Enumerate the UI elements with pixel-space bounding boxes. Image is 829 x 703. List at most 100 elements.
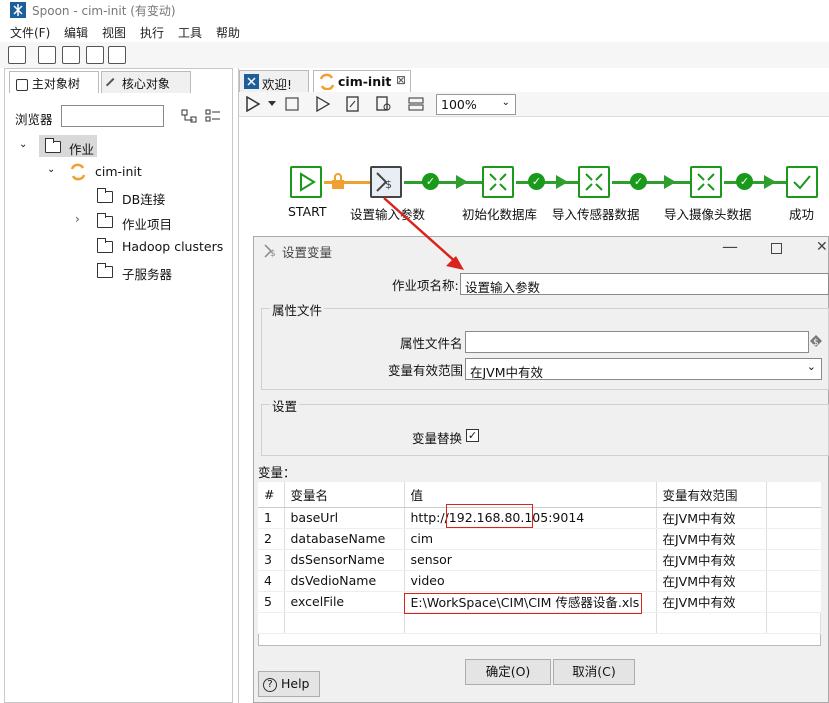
cell-value[interactable]: cim	[404, 528, 657, 550]
cell-variable-name[interactable]: dsVedioName	[284, 570, 405, 592]
save-icon[interactable]	[86, 46, 104, 64]
ok-button[interactable]: 确定(O)	[465, 659, 551, 685]
close-icon[interactable]: ⊠	[396, 73, 406, 87]
chevron-right-icon[interactable]: ›	[75, 212, 80, 226]
cell-index[interactable]: 4	[258, 570, 285, 592]
job-name-input[interactable]: 设置输入参数	[460, 273, 829, 295]
lock-icon	[332, 173, 344, 189]
variable-scope-select[interactable]: 在JVM中有效 ⌄	[465, 358, 822, 380]
tree-item-db-connections[interactable]: DB连接	[122, 189, 165, 208]
cell-empty[interactable]	[766, 507, 821, 529]
explore-repository-icon[interactable]	[62, 46, 80, 64]
table-row[interactable]: 2 databaseName cim 在JVM中有效	[258, 528, 821, 550]
success-check-icon: ✓	[422, 173, 439, 190]
left-panel: 主对象树 核心对象 浏览器 ⌄ 作业 ⌄ cim-init DB连接 › 作业项…	[4, 68, 233, 703]
node-import-sensor[interactable]	[578, 166, 610, 198]
collapse-all-icon[interactable]	[205, 109, 221, 123]
tree-root-label[interactable]: 作业	[69, 139, 94, 158]
cell-empty[interactable]	[766, 549, 821, 571]
cell-empty[interactable]	[766, 528, 821, 550]
tree-item-hadoop-clusters[interactable]: Hadoop clusters	[122, 239, 223, 254]
col-header-scope[interactable]: 变量有效范围	[656, 482, 767, 508]
maximize-icon[interactable]	[771, 243, 782, 254]
table-row[interactable]: 1 baseUrl http://192.168.80.105:9014 在JVM中有…	[258, 507, 821, 529]
arrow-icon	[764, 175, 776, 189]
tab-welcome[interactable]: 欢迎!	[239, 70, 309, 92]
help-button[interactable]: ? Help	[258, 671, 320, 697]
variable-insert-icon[interactable]: $	[809, 334, 823, 348]
run-icon[interactable]	[245, 96, 261, 112]
cancel-button[interactable]: 取消(C)	[553, 659, 635, 685]
tree-item-job-entries[interactable]: 作业项目	[122, 214, 172, 233]
tab-cim-init[interactable]: cim-init ⊠	[313, 70, 411, 92]
cell-value[interactable]: sensor	[404, 549, 657, 571]
chevron-down-icon[interactable]: ⌄	[47, 164, 55, 175]
impact-analysis-icon[interactable]	[375, 95, 393, 113]
cell-empty[interactable]	[766, 591, 821, 613]
cell-empty	[258, 612, 285, 634]
table-row[interactable]: 3 dsSensorName sensor 在JVM中有效	[258, 549, 821, 571]
menu-tools[interactable]: 工具	[178, 24, 202, 41]
hop-2	[516, 181, 578, 184]
cell-variable-name[interactable]: dsSensorName	[284, 549, 405, 571]
cell-index[interactable]: 5	[258, 591, 285, 613]
job-entry-icon	[585, 173, 603, 191]
new-file-icon[interactable]	[8, 46, 26, 64]
chevron-down-icon[interactable]: ⌄	[19, 139, 27, 150]
cell-scope[interactable]: 在JVM中有效	[656, 570, 767, 592]
node-init-database[interactable]	[482, 166, 514, 198]
menu-edit[interactable]: 编辑	[64, 24, 88, 41]
value-part: http://	[410, 510, 449, 525]
tree-job-label[interactable]: cim-init	[95, 164, 142, 179]
replay-icon[interactable]	[345, 95, 361, 113]
node-label-import-camera: 导入摄像头数据	[664, 207, 752, 222]
sql-database-icon[interactable]	[407, 95, 425, 113]
svg-text:$: $	[813, 338, 819, 348]
menu-view[interactable]: 视图	[102, 24, 126, 41]
cell-index[interactable]: 2	[258, 528, 285, 550]
cell-scope[interactable]: 在JVM中有效	[656, 507, 767, 529]
close-icon[interactable]: ✕	[816, 239, 828, 255]
cell-index[interactable]: 1	[258, 507, 285, 529]
menu-run[interactable]: 执行	[140, 24, 164, 41]
open-folder-icon[interactable]	[38, 46, 56, 64]
node-start[interactable]	[290, 166, 322, 198]
menu-help[interactable]: 帮助	[216, 24, 240, 41]
tree-icon	[16, 78, 28, 91]
table-row[interactable]: 4 dsVedioName video 在JVM中有效	[258, 570, 821, 592]
expand-all-icon[interactable]	[181, 109, 197, 123]
cell-value[interactable]: video	[404, 570, 657, 592]
cell-empty[interactable]	[766, 570, 821, 592]
cell-scope[interactable]: 在JVM中有效	[656, 549, 767, 571]
cell-index[interactable]: 3	[258, 549, 285, 571]
save-as-icon[interactable]	[108, 46, 126, 64]
zoom-select[interactable]: 100% ⌄	[436, 94, 516, 115]
excel-path-highlight-box	[404, 593, 642, 614]
cell-variable-name[interactable]: excelFile	[284, 591, 405, 613]
tab-main-object-tree[interactable]: 主对象树	[9, 71, 99, 93]
value-part: cim	[410, 531, 434, 546]
window-title: Spoon - cim-init (有变动)	[32, 4, 176, 18]
hop-3	[612, 181, 690, 184]
browser-search-input[interactable]	[61, 105, 164, 127]
col-header-index[interactable]: #	[258, 482, 285, 508]
cell-scope[interactable]: 在JVM中有效	[656, 528, 767, 550]
node-import-camera[interactable]	[690, 166, 722, 198]
tree-item-slave-servers[interactable]: 子服务器	[122, 264, 172, 283]
col-header-name[interactable]: 变量名	[284, 482, 405, 508]
chevron-down-icon[interactable]	[267, 100, 277, 108]
cell-variable-name[interactable]: databaseName	[284, 528, 405, 550]
minimize-icon[interactable]: —	[722, 237, 738, 256]
stop-icon[interactable]	[285, 97, 299, 111]
check-job-icon[interactable]	[315, 95, 331, 113]
cell-scope[interactable]: 在JVM中有效	[656, 591, 767, 613]
properties-filename-input[interactable]	[465, 331, 809, 353]
node-success[interactable]	[786, 166, 818, 198]
chevron-down-icon: ⌄	[501, 97, 510, 108]
value-part: sensor	[410, 552, 452, 567]
tab-core-objects[interactable]: 核心对象	[101, 71, 191, 93]
menu-file[interactable]: 文件(F)	[10, 24, 50, 41]
cell-variable-name[interactable]: baseUrl	[284, 507, 405, 529]
variable-replace-checkbox[interactable]: ✓	[466, 429, 479, 442]
set-variables-icon: $	[264, 244, 276, 258]
